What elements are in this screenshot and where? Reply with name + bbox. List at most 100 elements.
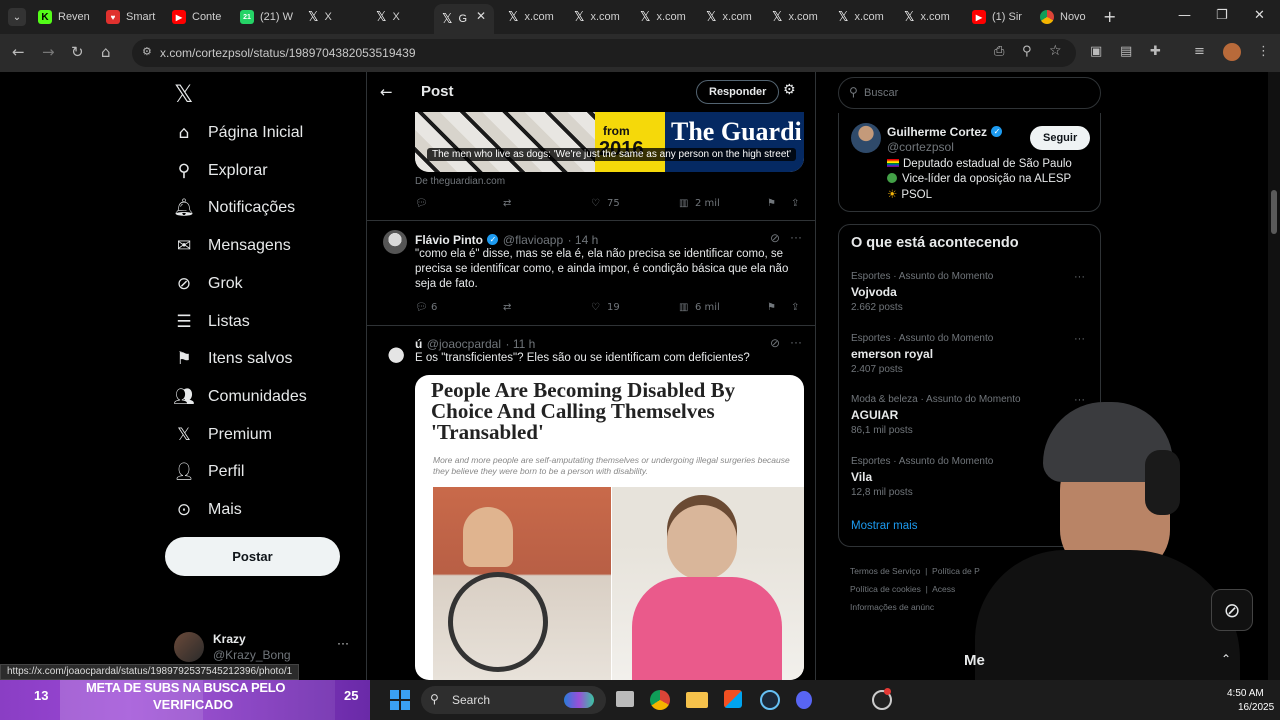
media-control-icon[interactable]: ≡: [1194, 44, 1205, 59]
zoom-icon[interactable]: ⚲: [1022, 44, 1032, 59]
search-input[interactable]: ⚲ Buscar: [838, 77, 1101, 109]
repost-icon[interactable]: ⇄: [503, 198, 511, 209]
author-handle[interactable]: @joaocpardal: [427, 337, 501, 351]
install-icon[interactable]: ⎙: [994, 44, 1004, 59]
tab[interactable]: 𝕏 G ✕: [434, 4, 494, 34]
collapse-icon[interactable]: ⌃: [1221, 652, 1231, 666]
avatar[interactable]: [383, 342, 407, 366]
steam-icon[interactable]: [760, 690, 780, 710]
tab[interactable]: 𝕏x.com: [632, 6, 698, 28]
views-icon[interactable]: ▥: [679, 198, 688, 209]
back-arrow-icon[interactable]: ←: [380, 83, 393, 101]
store-icon[interactable]: [724, 690, 742, 708]
like-icon[interactable]: ♡: [591, 302, 600, 313]
extension-icon[interactable]: ▣: [1090, 44, 1102, 59]
tab[interactable]: 21 (21) W: [232, 6, 302, 28]
nav-item[interactable]: ✉ Mensagens: [174, 236, 291, 256]
site-info-icon[interactable]: ⚙: [142, 45, 152, 58]
nav-item[interactable]: ⊙ Mais: [174, 500, 242, 520]
file-explorer-icon[interactable]: [686, 692, 708, 708]
bookmark-icon[interactable]: ⚑: [767, 302, 776, 313]
windows-start-icon[interactable]: [390, 690, 410, 710]
share-icon[interactable]: ⇪: [791, 198, 799, 209]
taskbar-search[interactable]: ⚲ Search: [421, 686, 606, 714]
footer-link[interactable]: Termos de Serviço: [850, 566, 920, 576]
home-icon[interactable]: ⌂: [101, 43, 111, 61]
like-icon[interactable]: ♡: [591, 198, 600, 209]
footer-link[interactable]: Informações de anúnc: [850, 602, 934, 612]
trend-item[interactable]: Esportes · Assunto do Momento Vojvoda 2.66…: [839, 270, 1100, 328]
reload-icon[interactable]: ↻: [71, 43, 84, 61]
nav-item[interactable]: 🔔︎ Notificações: [173, 198, 295, 218]
tab[interactable]: 𝕏x.com: [896, 6, 962, 28]
tab-close-icon[interactable]: ✕: [476, 9, 486, 23]
minimize-icon[interactable]: —: [1178, 8, 1191, 23]
more-icon[interactable]: ···: [1074, 271, 1085, 283]
profile-handle[interactable]: @cortezpsol: [887, 140, 954, 154]
author-name[interactable]: Flávio Pinto: [415, 233, 483, 247]
avatar[interactable]: [1223, 43, 1241, 61]
post[interactable]: ú @joaocpardal · 11 h ⊘ ··· E os "transf…: [367, 326, 815, 680]
nav-item[interactable]: ⊘ Grok: [174, 274, 243, 294]
nav-item[interactable]: ⌂ Página Inicial: [174, 123, 304, 143]
views-icon[interactable]: ▥: [679, 302, 688, 313]
repost-icon[interactable]: ⇄: [503, 302, 511, 313]
clock-time[interactable]: 4:50 AM: [1227, 688, 1264, 699]
app-icon[interactable]: [796, 691, 812, 709]
forward-icon[interactable]: →: [42, 43, 55, 61]
tab[interactable]: ▶ (1) Sir: [964, 6, 1032, 28]
more-icon[interactable]: ···: [1074, 333, 1085, 345]
author-handle[interactable]: @flavioapp: [503, 233, 563, 247]
more-icon[interactable]: ···: [790, 335, 802, 349]
extension-icon[interactable]: ▤: [1120, 44, 1132, 59]
clock-date[interactable]: 16/2025: [1238, 702, 1274, 713]
tab-search-menu[interactable]: ⌄: [8, 8, 26, 26]
x-logo-icon[interactable]: 𝕏: [174, 80, 193, 108]
tab[interactable]: K Reven: [30, 6, 100, 28]
post[interactable]: Flávio Pinto ✓ @flavioapp · 14 h ⊘ ··· "…: [367, 221, 815, 325]
tab[interactable]: 𝕏X: [300, 6, 366, 28]
tab[interactable]: ♥ Smart: [98, 6, 166, 28]
more-icon[interactable]: ···: [337, 636, 349, 650]
reply-icon[interactable]: 💬︎: [415, 302, 428, 313]
scrollbar-thumb[interactable]: [1271, 190, 1277, 234]
nav-item[interactable]: 𝕏 Premium: [174, 425, 272, 445]
show-more-link[interactable]: Mostrar mais: [851, 520, 917, 532]
grok-float-button[interactable]: ⊘: [1211, 589, 1253, 631]
reply-icon[interactable]: 💬︎: [415, 198, 428, 209]
tab[interactable]: 𝕏x.com: [764, 6, 830, 28]
tab[interactable]: 𝕏x.com: [500, 6, 566, 28]
nav-item[interactable]: 👥︎ Comunidades: [173, 387, 307, 407]
filter-icon[interactable]: ⚙: [783, 82, 796, 98]
post-button[interactable]: Postar: [165, 537, 340, 576]
follow-button[interactable]: Seguir: [1030, 126, 1091, 150]
avatar[interactable]: [851, 123, 881, 153]
menu-icon[interactable]: ⋮: [1257, 44, 1270, 59]
card-source[interactable]: De theguardian.com: [415, 176, 505, 187]
tab[interactable]: 𝕏X: [368, 6, 434, 28]
new-tab-button[interactable]: +: [1103, 7, 1116, 26]
profile-name[interactable]: Guilherme Cortez: [887, 125, 987, 139]
tab[interactable]: 𝕏x.com: [698, 6, 764, 28]
author-name[interactable]: ú: [415, 337, 422, 351]
back-icon[interactable]: ←: [12, 43, 25, 61]
url-text[interactable]: x.com/cortezpsol/status/1989704382053519…: [160, 46, 416, 60]
post-time[interactable]: · 14 h: [568, 233, 599, 247]
chrome-icon[interactable]: [650, 690, 670, 710]
tab[interactable]: Novo: [1032, 6, 1098, 28]
reply-button[interactable]: Responder: [696, 80, 780, 104]
tab[interactable]: 𝕏x.com: [830, 6, 896, 28]
footer-link[interactable]: Política de cookies: [850, 584, 921, 594]
nav-item[interactable]: 👤︎ Perfil: [173, 462, 244, 482]
nav-item[interactable]: ⚑ Itens salvos: [174, 349, 292, 369]
tab[interactable]: ▶ Conte: [164, 6, 234, 28]
restore-icon[interactable]: ❐: [1216, 8, 1228, 23]
nav-item[interactable]: ☰ Listas: [174, 312, 249, 332]
more-icon[interactable]: ···: [790, 230, 802, 244]
messages-drawer[interactable]: Me ⌃: [955, 642, 1242, 680]
close-window-icon[interactable]: ✕: [1254, 8, 1265, 23]
address-bar[interactable]: ⚙ x.com/cortezpsol/status/19897043820535…: [132, 39, 1076, 67]
post-image[interactable]: People Are Becoming Disabled By Choice A…: [415, 375, 804, 680]
avatar[interactable]: [383, 230, 407, 254]
task-view-icon[interactable]: [616, 691, 634, 707]
